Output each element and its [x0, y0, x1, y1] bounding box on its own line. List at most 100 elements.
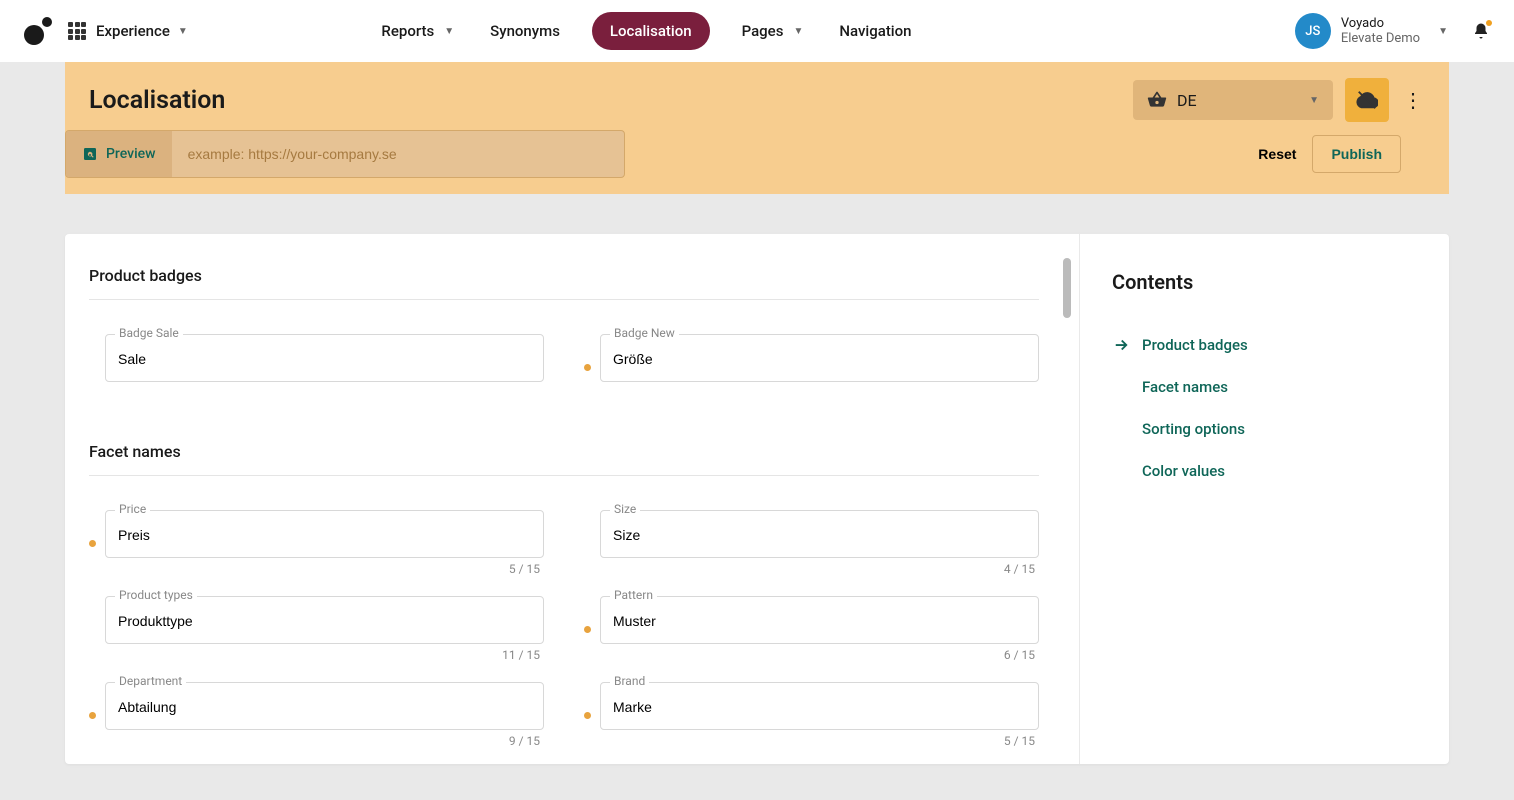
- field-pattern: Pattern 6 / 15: [584, 586, 1039, 664]
- toc-facet-names[interactable]: Facet names: [1112, 366, 1417, 408]
- contents-sidebar: Contents Product badges Facet names Sort…: [1079, 234, 1449, 764]
- scrollbar[interactable]: [1063, 258, 1071, 318]
- main-container: Product badges Badge Sale Badge New Face…: [65, 234, 1449, 764]
- field-counter: [105, 386, 544, 402]
- toc-label: Product badges: [1142, 336, 1248, 354]
- avatar-initials: JS: [1305, 24, 1320, 39]
- sidebar-title: Contents: [1112, 270, 1417, 294]
- field-counter: [600, 386, 1039, 402]
- arrow-right-icon: [1112, 336, 1130, 354]
- nav-localisation[interactable]: Localisation: [592, 12, 710, 50]
- field-input-badge-new[interactable]: [600, 334, 1039, 382]
- toc-product-badges[interactable]: Product badges: [1112, 324, 1417, 366]
- reset-button[interactable]: Reset: [1258, 146, 1296, 162]
- logo: [24, 17, 52, 45]
- preview-button[interactable]: Preview: [66, 131, 172, 177]
- field-label: Pattern: [610, 588, 657, 602]
- field-counter: 5 / 15: [600, 734, 1039, 750]
- account-line2: Elevate Demo: [1341, 31, 1420, 46]
- section-title-facets: Facet names: [89, 434, 1039, 476]
- field-label: Department: [115, 674, 186, 688]
- nav-navigation[interactable]: Navigation: [835, 14, 915, 48]
- facets-grid: Price 5 / 15 Size 4 / 15 Product types 1…: [89, 500, 1039, 758]
- field-input-price[interactable]: [105, 510, 544, 558]
- field-label: Price: [115, 502, 150, 516]
- field-label: Product types: [115, 588, 197, 602]
- more-vert-icon: ⋮: [1403, 88, 1423, 112]
- toc-label: Facet names: [1142, 378, 1228, 396]
- field-counter: 4 / 15: [600, 562, 1039, 578]
- field-label: Badge New: [610, 326, 679, 340]
- nav-right: JS Voyado Elevate Demo ▼: [1295, 13, 1490, 49]
- change-dot: [89, 712, 96, 719]
- field-input-product-types[interactable]: [105, 596, 544, 644]
- toc-label: Sorting options: [1142, 420, 1245, 438]
- chevron-down-icon: ▼: [1309, 95, 1319, 106]
- more-menu-button[interactable]: ⋮: [1401, 78, 1425, 122]
- experience-dropdown[interactable]: Experience ▼: [96, 22, 188, 40]
- field-counter: 9 / 15: [105, 734, 544, 750]
- field-input-size[interactable]: [600, 510, 1039, 558]
- basket-icon: [1147, 90, 1167, 110]
- notification-dot: [1486, 20, 1492, 26]
- field-product-types: Product types 11 / 15: [89, 586, 544, 664]
- cloud-off-button[interactable]: [1345, 78, 1389, 122]
- cloud-off-icon: [1356, 89, 1378, 111]
- account-text: Voyado Elevate Demo: [1341, 16, 1420, 46]
- account-menu[interactable]: JS Voyado Elevate Demo ▼: [1295, 13, 1448, 49]
- field-counter: 5 / 15: [105, 562, 544, 578]
- field-department: Department 9 / 15: [89, 672, 544, 750]
- nav-navigation-label: Navigation: [839, 22, 911, 40]
- field-size: Size 4 / 15: [584, 500, 1039, 578]
- publish-button[interactable]: Publish: [1312, 135, 1401, 173]
- nav-synonyms[interactable]: Synonyms: [486, 14, 564, 48]
- nav-synonyms-label: Synonyms: [490, 22, 560, 40]
- field-input-pattern[interactable]: [600, 596, 1039, 644]
- field-badge-sale: Badge Sale: [89, 324, 544, 402]
- nav-localisation-label: Localisation: [610, 22, 692, 40]
- chevron-down-icon: ▼: [444, 26, 454, 37]
- page-header: Localisation DE ▼ ⋮ Preview: [65, 62, 1449, 194]
- avatar: JS: [1295, 13, 1331, 49]
- apps-icon[interactable]: [68, 22, 86, 40]
- field-brand: Brand 5 / 15: [584, 672, 1039, 750]
- change-dot: [584, 626, 591, 633]
- nav-center: Reports ▼ Synonyms Localisation Pages ▼ …: [377, 12, 915, 50]
- change-dot: [584, 364, 591, 371]
- change-dot: [584, 712, 591, 719]
- top-nav: Experience ▼ Reports ▼ Synonyms Localisa…: [0, 0, 1514, 62]
- main-panel: Product badges Badge Sale Badge New Face…: [65, 234, 1079, 764]
- field-counter: 11 / 15: [105, 648, 544, 664]
- toc-sorting-options[interactable]: Sorting options: [1112, 408, 1417, 450]
- notification-bell-icon[interactable]: [1472, 22, 1490, 40]
- toc-label: Color values: [1142, 462, 1225, 480]
- field-price: Price 5 / 15: [89, 500, 544, 578]
- field-input-brand[interactable]: [600, 682, 1039, 730]
- section-title-badges: Product badges: [89, 258, 1039, 300]
- nav-reports-label: Reports: [381, 22, 434, 40]
- badges-grid: Badge Sale Badge New: [89, 324, 1039, 410]
- preview-label: Preview: [106, 146, 156, 162]
- experience-label: Experience: [96, 22, 170, 40]
- preview-url-input[interactable]: [172, 131, 624, 177]
- chevron-down-icon: ▼: [793, 26, 803, 37]
- preview-box: Preview: [65, 130, 625, 178]
- field-input-department[interactable]: [105, 682, 544, 730]
- field-input-badge-sale[interactable]: [105, 334, 544, 382]
- account-line1: Voyado: [1341, 16, 1420, 31]
- field-badge-new: Badge New: [584, 324, 1039, 402]
- field-label: Brand: [610, 674, 649, 688]
- preview-icon: [82, 146, 98, 162]
- chevron-down-icon: ▼: [178, 26, 188, 37]
- locale-select[interactable]: DE ▼: [1133, 80, 1333, 120]
- nav-reports[interactable]: Reports ▼: [377, 14, 458, 48]
- page-title: Localisation: [89, 86, 225, 115]
- nav-pages-label: Pages: [742, 22, 784, 40]
- chevron-down-icon: ▼: [1438, 26, 1448, 37]
- field-counter: 6 / 15: [600, 648, 1039, 664]
- field-label: Badge Sale: [115, 326, 183, 340]
- change-dot: [89, 540, 96, 547]
- toc-color-values[interactable]: Color values: [1112, 450, 1417, 492]
- nav-pages[interactable]: Pages ▼: [738, 14, 808, 48]
- locale-label: DE: [1177, 91, 1197, 110]
